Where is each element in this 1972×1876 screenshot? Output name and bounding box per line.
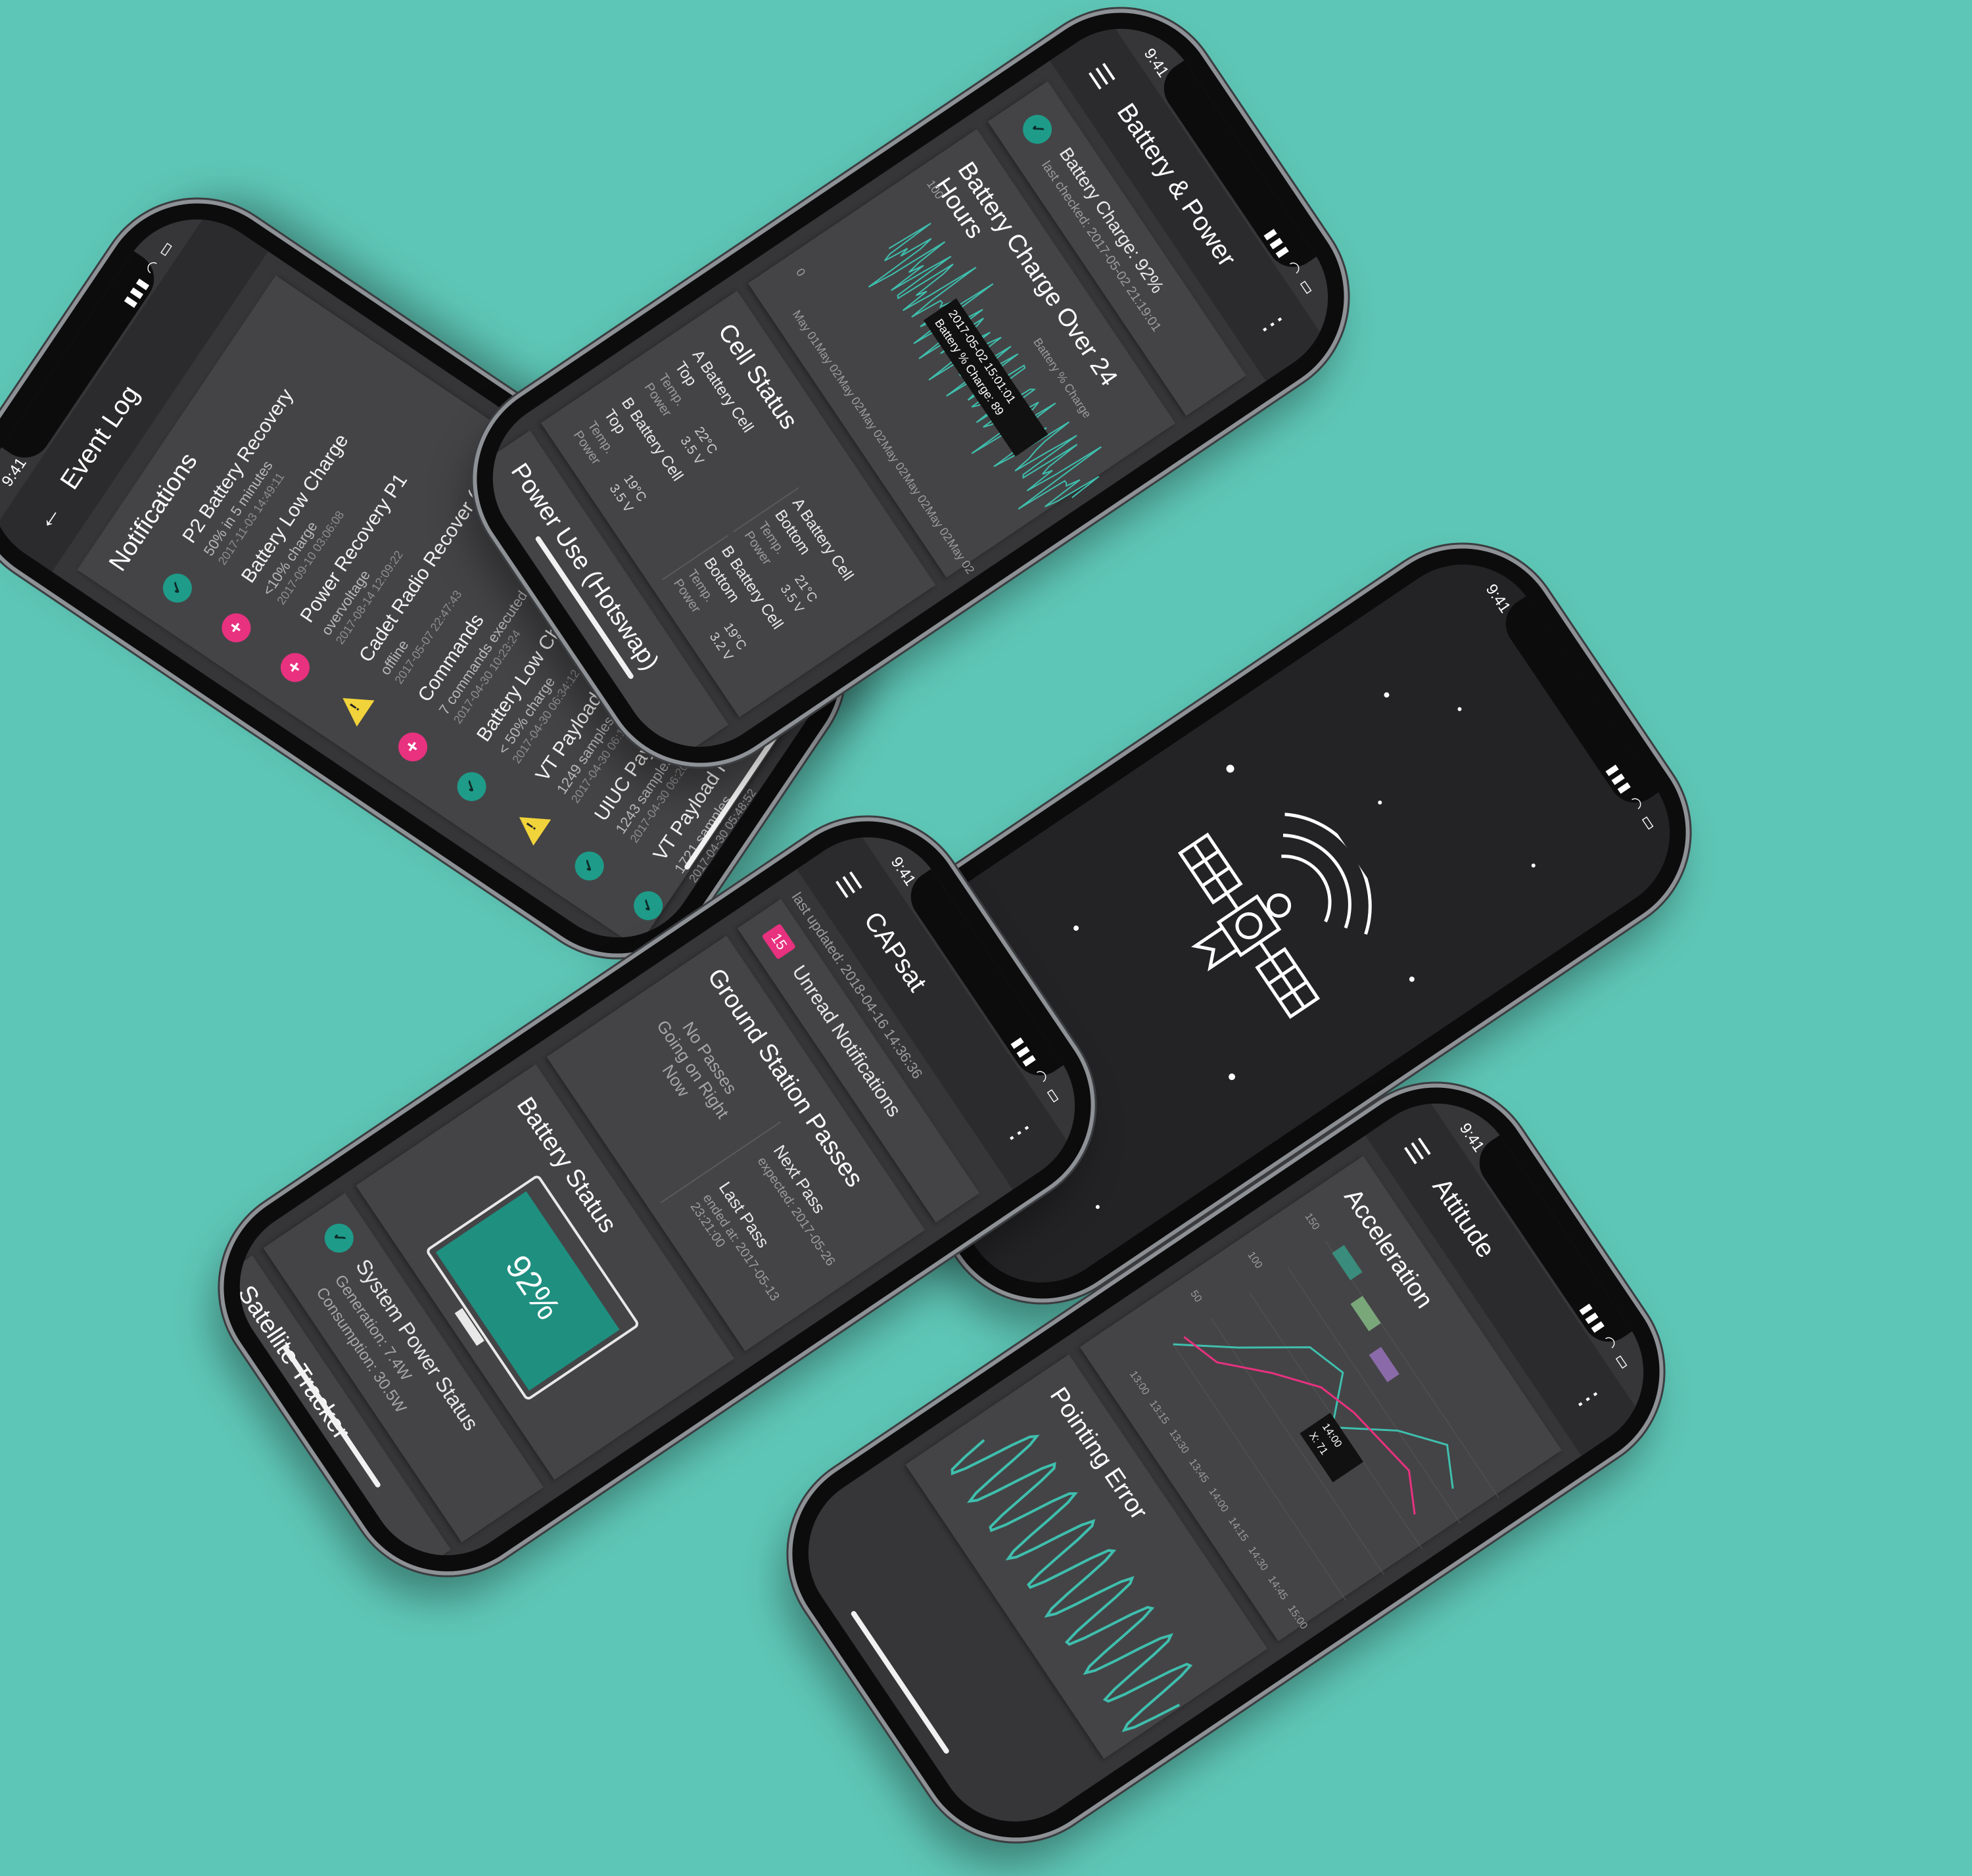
x-tick-label: 14:45 bbox=[1265, 1574, 1290, 1603]
x-tick-label: May 02 bbox=[922, 504, 955, 544]
x-tick-label: 13:30 bbox=[1167, 1428, 1191, 1456]
x-tick-label: 14:30 bbox=[1246, 1545, 1270, 1573]
x-tick-label: May 02 bbox=[901, 471, 933, 511]
alert-icon: + bbox=[392, 726, 433, 767]
legend-swatch bbox=[1369, 1346, 1399, 1382]
alert-icon: + bbox=[275, 647, 316, 688]
check-icon: ✓ bbox=[1017, 109, 1058, 150]
more-options-icon[interactable]: ⋮ bbox=[1000, 1114, 1040, 1152]
check-icon: ✓ bbox=[628, 885, 669, 926]
acceleration-series-line bbox=[1183, 1336, 1416, 1515]
warning-icon: ! bbox=[333, 685, 375, 727]
y-tick-label: 100 bbox=[924, 177, 946, 201]
y-tick-label: 150 bbox=[1302, 1211, 1321, 1232]
menu-icon[interactable]: ☰ bbox=[1397, 1133, 1436, 1169]
x-tick-label: May 02 bbox=[834, 373, 867, 413]
battery-screen: 9:41 ▮▮▮ ◠ ▭ ☰ Battery & Power ⋮ ✓ Batte… bbox=[462, 0, 1359, 778]
x-tick-label: 15:00 bbox=[1286, 1603, 1310, 1631]
y-tick-label: 0 bbox=[793, 266, 808, 278]
legend-swatch bbox=[1332, 1244, 1363, 1280]
check-icon: ✓ bbox=[452, 766, 492, 807]
more-options-icon[interactable]: ⋮ bbox=[1253, 305, 1293, 344]
check-icon: ✓ bbox=[569, 845, 610, 887]
legend-swatch bbox=[1350, 1296, 1381, 1332]
y-tick-label: 50 bbox=[1188, 1288, 1204, 1304]
more-options-icon[interactable]: ⋮ bbox=[1568, 1380, 1608, 1419]
unread-count-badge: 15 bbox=[761, 923, 797, 960]
x-tick-label: May 01 bbox=[790, 308, 823, 347]
grid-line bbox=[1249, 1292, 1423, 1549]
x-tick-label: 13:15 bbox=[1147, 1398, 1171, 1426]
x-tick-label: May 02 bbox=[857, 406, 889, 446]
x-tick-label: 14:15 bbox=[1226, 1515, 1250, 1543]
alert-icon: + bbox=[216, 607, 256, 648]
x-tick-label: 13:45 bbox=[1186, 1457, 1211, 1485]
home-indicator bbox=[850, 1610, 951, 1755]
x-tick-label: May 02 bbox=[812, 340, 845, 380]
y-tick-label: 100 bbox=[1245, 1250, 1264, 1271]
menu-icon[interactable]: ☰ bbox=[1082, 59, 1120, 95]
check-icon: ✓ bbox=[319, 1218, 360, 1259]
warning-icon: ! bbox=[510, 804, 552, 846]
check-icon: ✓ bbox=[157, 568, 198, 609]
menu-icon[interactable]: ☰ bbox=[829, 867, 867, 903]
back-arrow-icon[interactable]: ← bbox=[29, 498, 68, 536]
x-tick-label: May 02 bbox=[878, 438, 911, 478]
x-tick-label: 14:00 bbox=[1206, 1486, 1231, 1514]
grid-line bbox=[1287, 1267, 1461, 1524]
x-tick-label: 13:00 bbox=[1127, 1369, 1152, 1397]
x-tick-label: May 02 bbox=[945, 537, 977, 576]
